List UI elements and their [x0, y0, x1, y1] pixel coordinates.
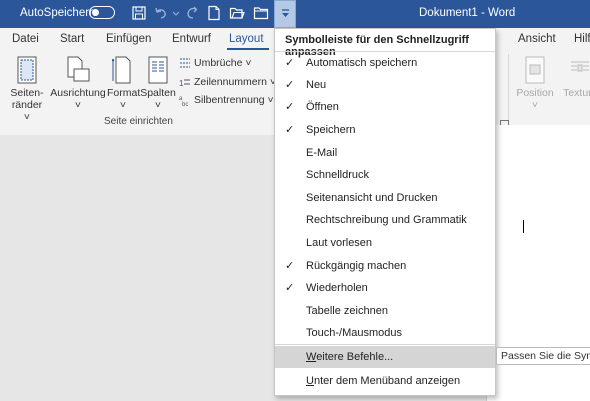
menu-header: Symbolleiste für den Schnellzugriff anpa… — [285, 34, 469, 58]
columns-button[interactable]: Spalten ˅ — [140, 56, 176, 111]
checkmark-icon: ✓ — [285, 282, 295, 294]
title-bar: AutoSpeichern Dokument1 - Word — [0, 0, 590, 28]
menu-item-label: Rückgängig machen — [306, 260, 407, 272]
wrap-text-button[interactable]: Textum — [558, 56, 590, 99]
menu-item-save[interactable]: ✓ Speichern — [275, 119, 495, 141]
chevron-down-icon: ˅ — [74, 99, 82, 111]
page-size-icon — [112, 56, 131, 84]
autosave-toggle[interactable] — [89, 6, 115, 19]
menu-item-label: Touch-/Mausmodus — [306, 327, 402, 339]
menu-item-email[interactable]: E-Mail — [275, 142, 495, 164]
page-margin — [493, 125, 590, 145]
menu-item-spelling-grammar[interactable]: Rechtschreibung und Grammatik — [275, 209, 495, 231]
line-numbers-button[interactable]: 1 Zeilennummern ˅ — [179, 76, 276, 88]
position-icon — [525, 56, 545, 84]
wrap-text-icon — [571, 61, 589, 72]
new-document-icon[interactable] — [206, 5, 222, 21]
group-separator — [508, 54, 509, 128]
menu-item-label: Tabelle zeichnen — [306, 305, 388, 317]
checkmark-icon: ✓ — [285, 260, 295, 272]
menu-item-label: Automatisch speichern — [306, 57, 418, 69]
orientation-icon — [67, 56, 90, 82]
checkmark-icon: ✓ — [285, 79, 295, 91]
svg-text:bc: bc — [182, 102, 188, 106]
margins-button[interactable]: Seiten-ränder ˅ — [8, 56, 46, 123]
tab-ansicht[interactable]: Ansicht — [518, 33, 556, 45]
autosave-label: AutoSpeichern — [20, 7, 96, 19]
wrap-text-label: Textum — [563, 87, 590, 99]
menu-item-quick-print[interactable]: Schnelldruck — [275, 164, 495, 186]
margins-label: Seiten-ränder ˅ — [10, 87, 44, 123]
tab-einfuegen[interactable]: Einfügen — [106, 33, 151, 45]
undo-icon[interactable] — [153, 5, 169, 21]
undo-dropdown-icon[interactable] — [168, 5, 180, 21]
orientation-label: Ausrichtung — [50, 87, 106, 99]
folder-icon[interactable] — [253, 5, 269, 21]
checkmark-icon: ✓ — [285, 124, 295, 136]
hyphenation-label: Silbentrennung — [194, 94, 265, 106]
menu-item-label: Weitere Befehle... — [306, 351, 394, 363]
tooltip: Passen Sie die Symbo — [496, 347, 590, 365]
chevron-down-icon: ˅ — [154, 99, 162, 111]
customize-quick-access-menu: Symbolleiste für den Schnellzugriff anpa… — [274, 28, 496, 396]
size-button[interactable]: Format ˅ — [107, 56, 141, 111]
customize-dropdown-icon — [282, 9, 289, 17]
menu-item-redo[interactable]: ✓ Wiederholen — [275, 277, 495, 299]
tab-entwurf[interactable]: Entwurf — [172, 33, 211, 45]
menu-item-label: Wiederholen — [306, 282, 368, 294]
text-cursor — [523, 220, 524, 233]
save-icon[interactable] — [131, 5, 147, 21]
tab-hilfe[interactable]: Hilf — [574, 33, 590, 45]
toggle-knob — [92, 8, 99, 16]
position-button[interactable]: Position ˅ — [514, 56, 556, 111]
columns-label: Spalten — [140, 87, 176, 99]
breaks-label: Umbrüche — [194, 57, 243, 69]
menu-item-label: Öffnen — [306, 101, 339, 113]
breaks-icon — [180, 58, 190, 68]
line-numbers-label: Zeilennummern — [194, 76, 267, 88]
menu-item-touch-mouse-mode[interactable]: Touch-/Mausmodus — [275, 322, 495, 344]
menu-item-show-below-ribbon[interactable]: Unter dem Menüband anzeigen — [275, 370, 495, 392]
tab-layout[interactable]: Layout — [229, 33, 264, 45]
customize-quick-access-button[interactable] — [274, 0, 296, 28]
hyphenation-icon: abc — [179, 96, 188, 106]
menu-item-new[interactable]: ✓ Neu — [275, 74, 495, 96]
margins-icon — [17, 56, 37, 84]
menu-item-label: E-Mail — [306, 147, 338, 159]
menu-item-draw-table[interactable]: Tabelle zeichnen — [275, 300, 495, 322]
chevron-down-icon: ˅ — [119, 99, 127, 111]
tab-start[interactable]: Start — [60, 33, 84, 45]
svg-text:1: 1 — [179, 79, 184, 88]
size-label: Format — [107, 87, 141, 99]
hyphenation-button[interactable]: a bc Silbentrennung ˅ — [179, 94, 274, 106]
position-label: Position — [516, 87, 554, 99]
menu-item-more-commands[interactable]: Weitere Befehle... — [275, 346, 495, 368]
menu-item-label: Seitenansicht und Drucken — [306, 192, 438, 204]
group-label-page-setup: Seite einrichten — [104, 116, 173, 127]
menu-item-label: Laut vorlesen — [306, 237, 373, 249]
menu-item-label: Neu — [306, 79, 327, 91]
menu-item-print-preview[interactable]: Seitenansicht und Drucken — [275, 187, 495, 209]
menu-item-label: Schnelldruck — [306, 169, 369, 181]
open-folder-icon[interactable] — [229, 5, 245, 21]
menu-item-open[interactable]: ✓ Öffnen — [275, 96, 495, 118]
checkmark-icon: ✓ — [285, 57, 295, 69]
menu-item-read-aloud[interactable]: Laut vorlesen — [275, 232, 495, 254]
redo-icon[interactable] — [184, 5, 200, 21]
line-numbers-icon: 1 — [179, 79, 190, 88]
columns-icon — [148, 56, 168, 84]
menu-item-label: Unter dem Menüband anzeigen — [306, 375, 461, 387]
orientation-button[interactable]: Ausrichtung ˅ — [50, 56, 106, 111]
menu-item-undo[interactable]: ✓ Rückgängig machen — [275, 255, 495, 277]
document-title: Dokument1 - Word — [419, 7, 516, 19]
menu-item-autosave[interactable]: ✓ Automatisch speichern — [275, 52, 495, 74]
menu-item-label: Speichern — [306, 124, 356, 136]
menu-item-label: Rechtschreibung und Grammatik — [306, 214, 467, 226]
tab-datei[interactable]: Datei — [12, 33, 39, 45]
menu-divider — [275, 344, 495, 345]
checkmark-icon: ✓ — [285, 101, 295, 113]
breaks-button[interactable]: Umbrüche ˅ — [179, 57, 252, 69]
